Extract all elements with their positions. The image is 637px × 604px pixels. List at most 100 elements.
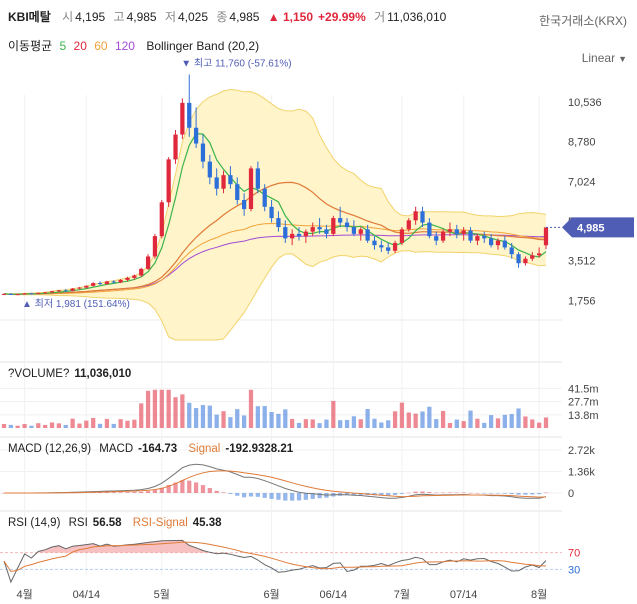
volume-bar <box>193 408 199 428</box>
candle-body <box>269 206 274 219</box>
volume-bar <box>180 394 185 428</box>
macd-histogram-bar <box>139 491 144 493</box>
volume-bar <box>379 422 384 428</box>
candle-body <box>166 159 171 203</box>
volume-bar <box>104 418 110 428</box>
macd-histogram-bar <box>482 493 487 494</box>
candle-body <box>530 255 535 259</box>
candle-body <box>324 229 329 234</box>
x-axis-tick: 7월 <box>394 588 410 601</box>
volume-bar <box>331 400 336 428</box>
macd-histogram-bar <box>262 493 267 498</box>
volume-bar <box>351 416 357 428</box>
macd-signal-label: Signal <box>188 443 221 455</box>
candle-body <box>434 236 439 241</box>
macd-histogram-bar <box>118 492 123 493</box>
volume-bar <box>303 419 309 428</box>
candle-body <box>468 230 473 241</box>
volume-bar <box>269 411 274 428</box>
candle-body <box>221 175 226 189</box>
candle-body <box>91 283 96 286</box>
volume-bar <box>358 419 363 428</box>
volume-bar <box>139 403 144 428</box>
macd-histogram-bar <box>440 492 446 494</box>
volume-bar <box>49 422 55 428</box>
volume-bar <box>43 424 48 428</box>
volume-bar <box>132 419 137 428</box>
candle-body <box>22 293 27 295</box>
volume-bar <box>255 406 260 428</box>
volume-bar <box>399 402 405 428</box>
macd-histogram-bar <box>530 493 535 495</box>
macd-histogram-bar <box>125 492 130 493</box>
rsi-series-label: RSI <box>68 517 88 529</box>
macd-histogram-bar <box>543 492 549 494</box>
macd-histogram-bar <box>537 493 542 495</box>
volume-bar <box>543 417 549 428</box>
volume-bar <box>338 420 343 428</box>
volume-bar <box>173 397 178 428</box>
volume-bar <box>317 423 322 428</box>
volume-bar <box>84 420 89 428</box>
candle-body <box>344 222 350 228</box>
macd-histogram-bar <box>420 491 425 493</box>
macd-histogram-bar <box>283 493 288 501</box>
candle-body <box>351 227 357 234</box>
volume-bar <box>166 389 171 428</box>
candle-body <box>187 102 192 128</box>
candle-body <box>283 227 288 239</box>
macd-histogram-bar <box>468 492 473 494</box>
volume-bar <box>392 411 398 428</box>
volume-bar <box>482 422 487 428</box>
candle-body <box>420 211 425 223</box>
candle-body <box>461 230 466 234</box>
macd-axis-tick: 2.72k <box>568 445 595 457</box>
volume-pane-label: ?VOLUME? 11,036,010 <box>8 368 131 380</box>
candle-body <box>482 236 487 239</box>
candle-body <box>399 229 405 243</box>
volume-bar <box>475 418 480 428</box>
volume-bar <box>241 415 247 428</box>
candle-body <box>516 254 521 264</box>
candle-body <box>317 227 322 230</box>
macd-histogram-bar <box>221 492 226 493</box>
rsi-value: 56.58 <box>92 517 122 529</box>
volume-bar <box>468 410 473 428</box>
volume-bar <box>77 423 82 428</box>
volume-bar <box>413 413 418 428</box>
candle-body <box>537 253 542 256</box>
candle-body <box>8 293 13 295</box>
candle-body <box>523 258 528 264</box>
price-axis-tick: 1,756 <box>568 295 596 307</box>
candle-body <box>49 291 55 293</box>
volume-bar <box>159 389 164 428</box>
candle-body <box>43 292 48 294</box>
volume-bar <box>29 425 34 428</box>
candle-body <box>111 281 116 283</box>
candle-body <box>84 285 89 288</box>
macd-histogram-bar <box>454 492 459 494</box>
volume-bar <box>406 412 411 428</box>
volume-bar <box>91 417 96 428</box>
macd-histogram-bar <box>427 492 432 493</box>
macd-histogram-bar <box>193 482 199 493</box>
volume-bar <box>495 418 501 428</box>
candle-body <box>427 222 432 237</box>
macd-histogram-bar <box>523 493 528 495</box>
candle-body <box>36 292 41 294</box>
candle-body <box>379 245 384 248</box>
macd-pane-label: MACD (12,26,9) MACD -164.73 Signal -192.93… <box>8 443 293 455</box>
x-axis-tick: 4월 <box>16 588 32 601</box>
candle-body <box>358 229 363 234</box>
candle-body <box>276 218 281 228</box>
volume-bar <box>22 424 27 428</box>
volume-bar <box>63 425 68 428</box>
rsi-signal-label: RSI-Signal <box>132 517 188 529</box>
macd-title: MACD (12,26,9) <box>8 443 92 455</box>
current-price-label: 4,985 <box>577 222 605 234</box>
rsi-pane-label: RSI (14,9) RSI 56.58 RSI-Signal 45.38 <box>8 517 222 529</box>
macd-histogram-bar <box>187 480 192 493</box>
candle-body <box>454 229 459 234</box>
chart-canvas[interactable]: 10,5368,7807,0245,2683,5121,756▼ 최고 11,7… <box>0 0 637 604</box>
volume-bar <box>365 409 370 428</box>
